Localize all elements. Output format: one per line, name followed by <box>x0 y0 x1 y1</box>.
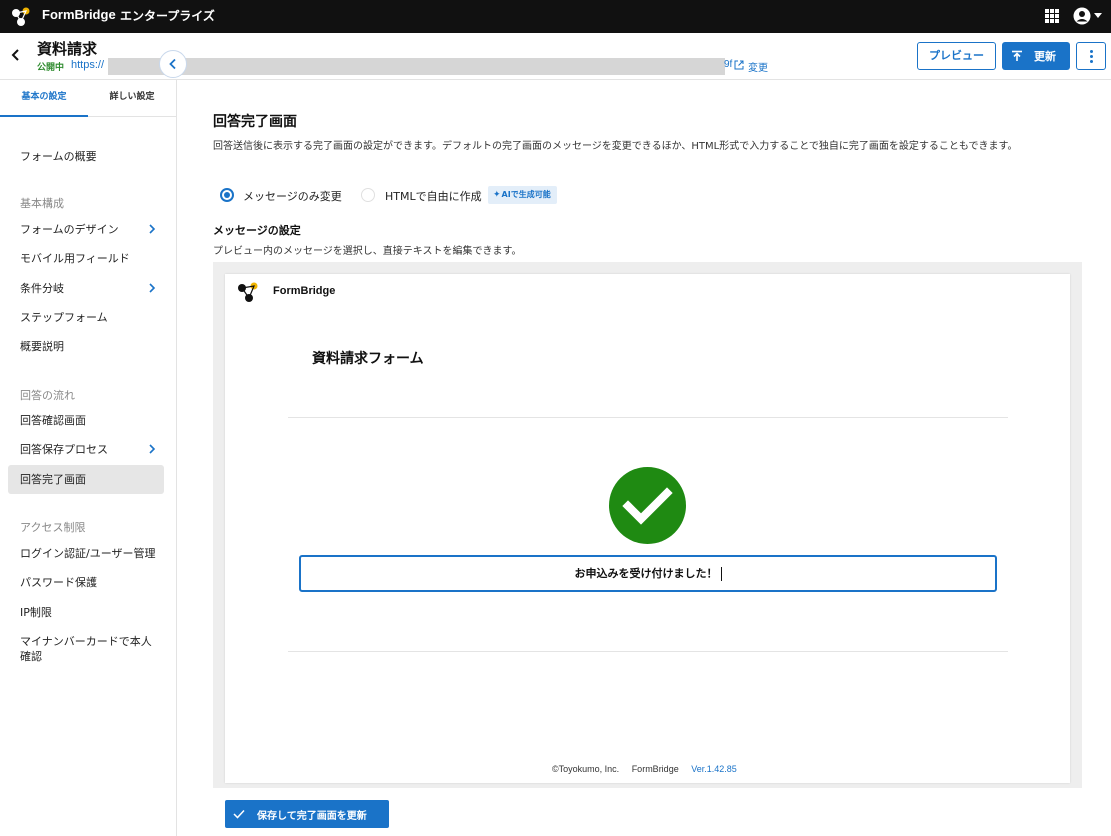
sidebar-tabs: 基本の設定 詳しい設定 <box>0 80 176 117</box>
preview-button[interactable]: プレビュー <box>917 42 996 70</box>
tab-basic-settings[interactable]: 基本の設定 <box>0 80 88 117</box>
update-button-label: 更新 <box>1034 50 1056 63</box>
sidebar-item-label: 回答保存プロセス <box>20 443 108 456</box>
sparkle-icon: ✦ <box>493 190 501 200</box>
apps-grid-icon[interactable] <box>1045 9 1059 23</box>
radio-html-free[interactable] <box>361 188 375 202</box>
footer-brand: FormBridge <box>631 764 679 774</box>
formbridge-logo-icon[interactable] <box>10 6 32 28</box>
page-section-description: 回答送信後に表示する完了画面の設定ができます。デフォルトの完了画面のメッセージを… <box>213 141 1018 152</box>
user-menu-caret-icon[interactable] <box>1094 13 1102 18</box>
change-url-link[interactable]: 変更 <box>748 59 768 74</box>
chevron-right-icon <box>149 444 156 454</box>
sidebar: 基本の設定 詳しい設定 フォームの概要 基本構成 フォームのデザイン モバイル用… <box>0 80 177 836</box>
sidebar-item-conditional[interactable]: 条件分岐 <box>8 274 164 303</box>
text-cursor <box>720 567 722 581</box>
nav-group-basic: 基本構成 <box>20 197 64 210</box>
checkmark-icon <box>233 809 245 819</box>
chevron-right-icon <box>149 283 156 293</box>
sidebar-item-step-form[interactable]: ステップフォーム <box>8 303 164 332</box>
ai-badge-label: AIで生成可能 <box>501 190 551 199</box>
status-badge: 公開中 <box>37 63 65 73</box>
message-settings-description: プレビュー内のメッセージを選択し、直接テキストを編集できます。 <box>213 246 522 257</box>
formbridge-logo-icon <box>238 282 258 302</box>
back-arrow-icon[interactable] <box>9 47 23 63</box>
preview-brand: FormBridge <box>273 285 336 297</box>
radio-message-only-label[interactable]: メッセージのみ変更 <box>243 188 342 204</box>
form-url-suffix[interactable]: 9f <box>724 59 732 70</box>
user-icon[interactable] <box>1073 7 1091 25</box>
message-settings-title: メッセージの設定 <box>213 224 301 237</box>
sidebar-item-complete-screen[interactable]: 回答完了画面 <box>8 465 164 494</box>
url-redaction <box>108 58 725 75</box>
sidebar-item-save-process[interactable]: 回答保存プロセス <box>8 435 164 464</box>
tab-detailed-settings[interactable]: 詳しい設定 <box>88 80 176 117</box>
sidebar-item-label: フォームのデザイン <box>20 223 119 236</box>
sidebar-item-confirm-screen[interactable]: 回答確認画面 <box>8 406 164 435</box>
footer-version[interactable]: Ver.1.42.85 <box>691 764 737 774</box>
sidebar-item-mynumber[interactable]: マイナンバーカードで本人確認 <box>8 634 153 664</box>
sidebar-item-design[interactable]: フォームのデザイン <box>8 215 164 244</box>
external-link-icon[interactable] <box>734 60 744 70</box>
preview-footer: ©Toyokumo, Inc. FormBridge Ver.1.42.85 <box>552 764 737 774</box>
page-title: 資料請求 <box>37 40 98 58</box>
sidebar-item-overview[interactable]: フォームの概要 <box>8 142 164 171</box>
update-button[interactable]: 更新 <box>1002 42 1070 70</box>
save-complete-screen-button[interactable]: 保存して完了画面を更新 <box>225 800 389 828</box>
sidebar-collapse-button[interactable] <box>159 50 187 78</box>
sidebar-item-label: 条件分岐 <box>20 282 64 295</box>
brand-name: FormBridge <box>42 7 116 22</box>
preview-divider <box>288 417 1008 418</box>
sidebar-item-password[interactable]: パスワード保護 <box>8 568 164 597</box>
footer-copyright: ©Toyokumo, Inc. <box>552 764 620 774</box>
chevron-right-icon <box>149 224 156 234</box>
radio-html-free-label[interactable]: HTMLで自由に作成 <box>385 188 482 204</box>
sidebar-item-ip-restriction[interactable]: IP制限 <box>8 598 164 627</box>
sidebar-item-login-auth[interactable]: ログイン認証/ユーザー管理 <box>8 539 164 568</box>
top-bar: FormBridge エンタープライズ <box>0 0 1111 33</box>
chevron-left-icon <box>169 58 176 70</box>
ai-generate-badge: ✦AIで生成可能 <box>488 186 557 204</box>
nav-group-flow: 回答の流れ <box>20 389 75 402</box>
upload-icon <box>1012 50 1022 61</box>
nav-group-access: アクセス制限 <box>20 521 86 534</box>
sidebar-item-summary[interactable]: 概要説明 <box>8 332 164 361</box>
more-vertical-icon[interactable] <box>1076 42 1106 70</box>
completion-message-text: お申込みを受け付けました！ <box>574 567 718 580</box>
plan-name: エンタープライズ <box>120 9 215 23</box>
preview-form-title[interactable]: 資料請求フォーム <box>312 348 424 368</box>
save-button-label: 保存して完了画面を更新 <box>257 811 367 822</box>
sidebar-item-mobile-fields[interactable]: モバイル用フィールド <box>8 244 164 273</box>
page-section-title: 回答完了画面 <box>213 114 297 130</box>
completion-message-input[interactable]: お申込みを受け付けました！ <box>299 555 997 592</box>
checkmark-icon <box>609 467 686 544</box>
form-url-prefix[interactable]: https:// <box>71 59 104 71</box>
radio-message-only[interactable] <box>220 188 234 202</box>
preview-divider <box>288 651 1008 652</box>
